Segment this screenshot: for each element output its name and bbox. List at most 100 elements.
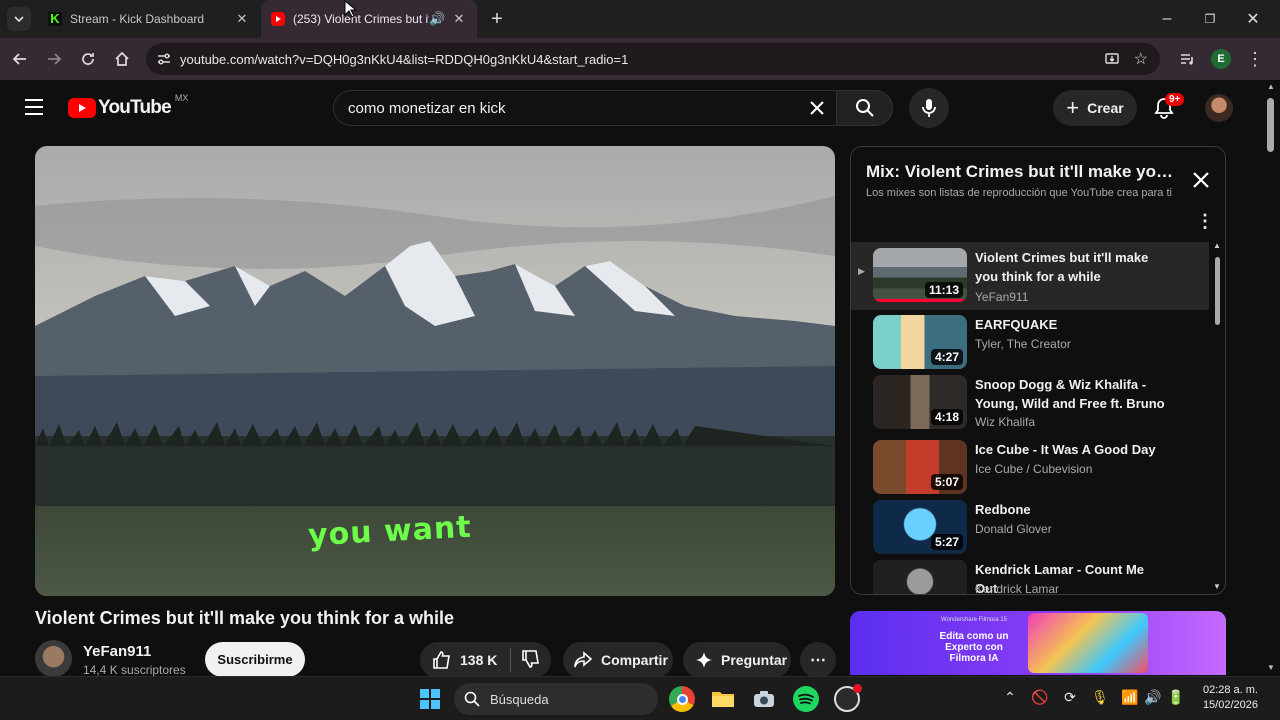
duration: 11:13 bbox=[924, 282, 963, 298]
thumbnail: 5:27 bbox=[873, 500, 967, 554]
playlist-title: Mix: Violent Crimes but it'll make you t… bbox=[866, 162, 1176, 181]
playlist-item[interactable]: 4:27 EARFQUAKE Tyler, The Creator bbox=[851, 311, 1209, 373]
taskbar-clock[interactable]: 02:28 a. m. 15/02/2026 bbox=[1194, 683, 1258, 713]
subscribe-button[interactable]: Suscribirme bbox=[205, 642, 305, 677]
playlist-item[interactable]: Kendrick Lamar - Count Me Out Kendrick L… bbox=[851, 556, 1209, 594]
ad-artwork bbox=[1028, 613, 1148, 673]
spotify-icon[interactable] bbox=[793, 686, 819, 712]
thumbnail: 5:07 bbox=[873, 440, 967, 494]
playlist-item[interactable]: 5:07 Ice Cube - It Was A Good Day Ice Cu… bbox=[851, 436, 1209, 498]
scroll-thumb[interactable] bbox=[1215, 257, 1220, 325]
thumbnail: 11:13 bbox=[873, 248, 967, 302]
sparkle-icon bbox=[696, 652, 712, 668]
channel-name[interactable]: YeFan911 bbox=[83, 643, 151, 660]
browser-menu-icon[interactable]: ⋮ bbox=[1243, 47, 1267, 71]
item-title: Violent Crimes but it'll make you think … bbox=[975, 250, 1149, 284]
ask-button[interactable]: Preguntar bbox=[683, 642, 791, 678]
forward-button[interactable] bbox=[42, 47, 66, 71]
close-playlist-icon[interactable] bbox=[1191, 170, 1211, 195]
item-channel: Wiz Khalifa bbox=[975, 415, 1036, 429]
search-button[interactable] bbox=[837, 90, 893, 126]
back-button[interactable] bbox=[8, 47, 32, 71]
tray-overflow-icon[interactable]: ⌃ bbox=[1000, 689, 1020, 706]
tab-youtube-video[interactable]: (253) Violent Crimes but it'll make you … bbox=[261, 0, 477, 38]
file-explorer-icon[interactable] bbox=[710, 686, 736, 712]
youtube-logo[interactable]: YouTube MX bbox=[68, 93, 188, 119]
mouse-cursor bbox=[344, 0, 356, 18]
notifications-button[interactable]: 9+ bbox=[1153, 93, 1185, 124]
windows-taskbar: Búsqueda ⌃ 🚫 ⟳ 🎙 📶 🔊 🔋 02:28 a. m. 15/02… bbox=[0, 676, 1280, 720]
microphone-icon[interactable]: 🎙 bbox=[1090, 689, 1110, 706]
battery-icon[interactable]: 🔋 bbox=[1166, 689, 1186, 706]
obs-recording-icon[interactable] bbox=[834, 684, 862, 712]
scroll-up-icon[interactable]: ▲ bbox=[1213, 241, 1221, 250]
taskbar-search[interactable]: Búsqueda bbox=[454, 683, 658, 715]
item-title: Ice Cube - It Was A Good Day bbox=[975, 442, 1156, 457]
playlist-item[interactable]: 5:27 Redbone Donald Glover bbox=[851, 496, 1209, 558]
bookmark-star-icon[interactable]: ☆ bbox=[1134, 49, 1148, 69]
url-text: youtube.com/watch?v=DQH0g3nKkU4&list=RDD… bbox=[180, 51, 629, 67]
media-controls-icon[interactable] bbox=[1175, 47, 1199, 71]
tab-title: (253) Violent Crimes but it'll make you … bbox=[293, 12, 429, 26]
hamburger-menu-icon[interactable] bbox=[24, 98, 44, 121]
windows-start-icon[interactable] bbox=[417, 686, 443, 712]
chrome-icon[interactable] bbox=[669, 686, 695, 712]
like-button[interactable]: 138 K bbox=[420, 650, 510, 670]
camera-app-icon[interactable] bbox=[751, 686, 777, 712]
volume-icon[interactable]: 🔊 bbox=[1143, 689, 1163, 706]
clock-date: 15/02/2026 bbox=[1202, 699, 1258, 711]
playlist-menu-icon[interactable]: ⋮ bbox=[1196, 211, 1214, 232]
duration: 4:27 bbox=[930, 349, 963, 365]
scroll-down-icon[interactable]: ▼ bbox=[1213, 582, 1221, 591]
maximize-button[interactable]: ❐ bbox=[1198, 7, 1222, 31]
like-dislike-group: 138 K bbox=[420, 642, 551, 678]
more-actions-button[interactable]: ⋯ bbox=[800, 642, 836, 678]
item-channel: Tyler, The Creator bbox=[975, 337, 1071, 351]
scroll-down-icon[interactable]: ▼ bbox=[1267, 663, 1275, 672]
site-info-icon[interactable] bbox=[156, 51, 172, 70]
playlist-scrollbar[interactable]: ▲ ▼ bbox=[1213, 241, 1221, 591]
duration: 4:18 bbox=[930, 409, 963, 425]
thumbs-down-icon bbox=[522, 649, 539, 668]
close-window-button[interactable]: ✕ bbox=[1241, 7, 1265, 31]
profile-avatar[interactable]: E bbox=[1209, 47, 1233, 71]
reload-button[interactable] bbox=[76, 47, 100, 71]
dislike-button[interactable] bbox=[511, 649, 541, 672]
address-bar[interactable]: youtube.com/watch?v=DQH0g3nKkU4&list=RDD… bbox=[146, 43, 1160, 75]
mic-muted-icon[interactable]: 🚫 bbox=[1030, 689, 1050, 706]
close-tab-icon[interactable]: ✕ bbox=[234, 11, 250, 27]
home-button[interactable] bbox=[110, 47, 134, 71]
search-input[interactable]: como monetizar en kick bbox=[333, 90, 837, 126]
close-tab-icon[interactable]: ✕ bbox=[451, 11, 467, 27]
install-app-icon[interactable] bbox=[1104, 51, 1120, 70]
clear-search-icon[interactable] bbox=[806, 97, 828, 123]
channel-avatar[interactable] bbox=[35, 640, 72, 677]
scroll-thumb[interactable] bbox=[1267, 98, 1274, 152]
like-count: 138 K bbox=[460, 652, 498, 668]
duration: 5:27 bbox=[930, 534, 963, 550]
ad-banner[interactable]: Wondershare Filmora 15 Edita como un Exp… bbox=[850, 611, 1226, 675]
microphone-icon bbox=[922, 99, 936, 117]
wifi-icon[interactable]: 📶 bbox=[1120, 689, 1140, 706]
speaker-icon[interactable]: 🔊 bbox=[429, 11, 445, 27]
playlist-item[interactable]: ▶ 11:13 Violent Crimes but it'll make yo… bbox=[851, 242, 1209, 310]
thumbnail bbox=[873, 560, 967, 594]
voice-search-button[interactable] bbox=[909, 88, 949, 128]
scroll-up-icon[interactable]: ▲ bbox=[1267, 82, 1275, 91]
video-player[interactable]: you want bbox=[35, 146, 835, 596]
now-playing-icon: ▶ bbox=[858, 266, 865, 276]
clock-time: 02:28 a. m. bbox=[1202, 684, 1258, 696]
search-query: como monetizar en kick bbox=[348, 99, 506, 117]
share-button[interactable]: Compartir bbox=[563, 642, 673, 678]
create-button[interactable]: + Crear bbox=[1053, 90, 1137, 126]
item-title: Redbone bbox=[975, 502, 1031, 517]
sync-icon[interactable]: ⟳ bbox=[1060, 689, 1080, 706]
new-tab-button[interactable]: + bbox=[485, 7, 509, 31]
minimize-button[interactable]: – bbox=[1155, 7, 1179, 31]
tab-search-button[interactable] bbox=[7, 7, 31, 31]
user-avatar[interactable] bbox=[1205, 94, 1233, 122]
tab-kick-dashboard[interactable]: K Stream - Kick Dashboard ✕ bbox=[38, 0, 260, 38]
page-scrollbar[interactable]: ▲ ▼ bbox=[1262, 80, 1280, 676]
share-label: Compartir bbox=[601, 652, 668, 668]
playlist-item[interactable]: 4:18 Snoop Dogg & Wiz Khalifa - Young, W… bbox=[851, 371, 1209, 433]
